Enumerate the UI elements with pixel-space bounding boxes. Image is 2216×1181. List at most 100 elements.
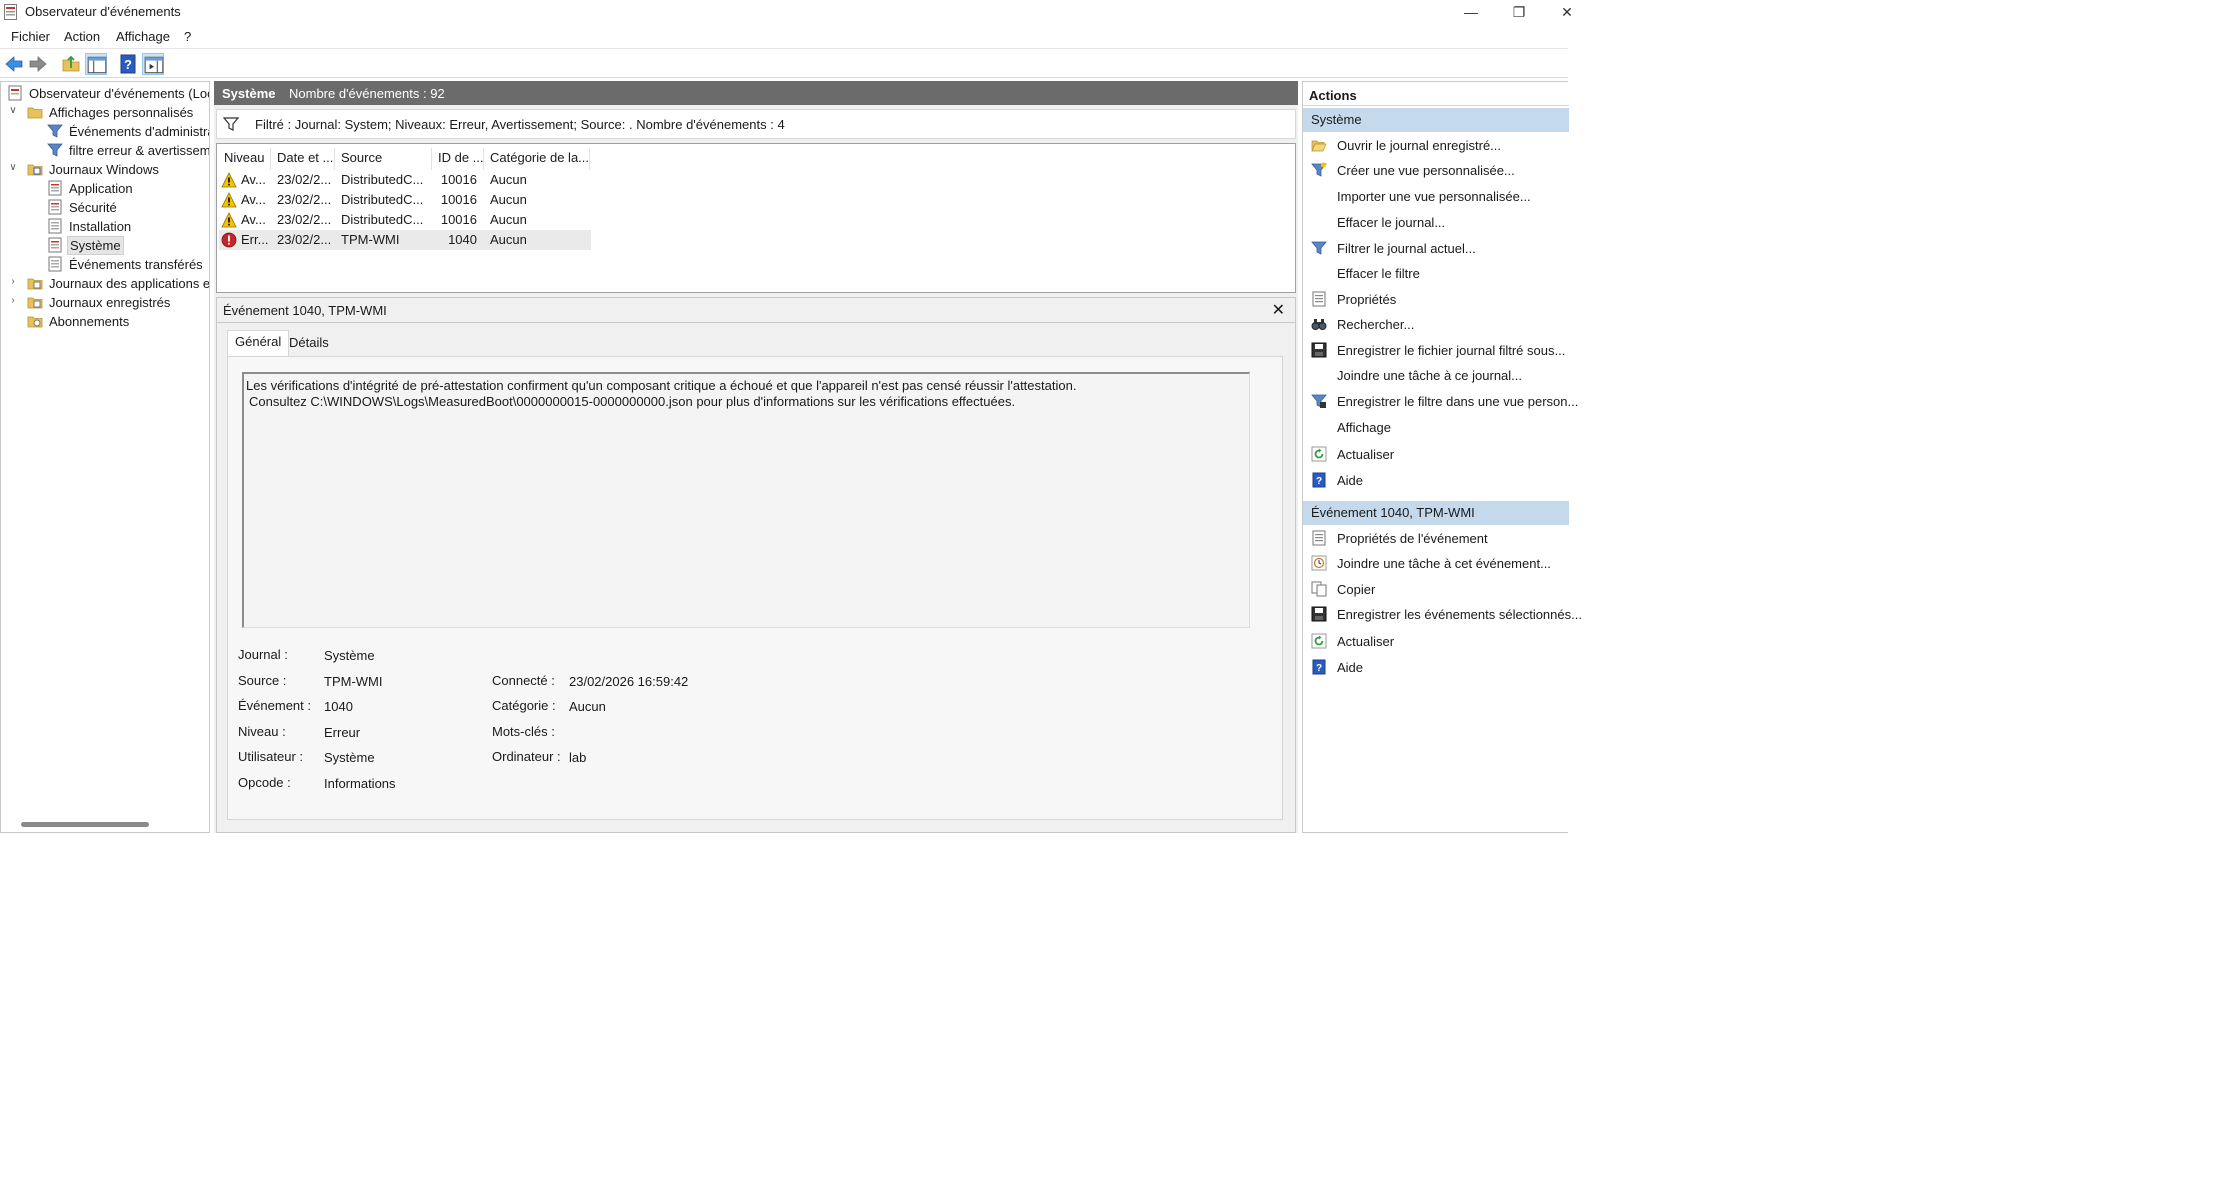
expand-chevron-icon[interactable]: › [7,295,19,306]
event-id-value: 1040 [324,699,353,714]
col-divider[interactable] [270,148,271,170]
table-row[interactable]: Av... 23/02/2... DistributedC... 10016 A… [219,210,591,230]
action-help[interactable]: ? Aide [1303,469,1569,493]
cell-date: 23/02/2... [277,172,332,187]
action-label: Effacer le filtre [1337,266,1420,281]
action-label: Joindre une tâche à ce journal... [1337,368,1523,383]
minimize-button[interactable]: — [1456,2,1486,22]
keywords-label: Mots-clés : [492,724,555,739]
tab-details[interactable]: Détails [282,332,336,354]
col-date[interactable]: Date et ... [277,150,333,165]
close-icon[interactable]: ✕ [1272,300,1285,320]
table-row[interactable]: Av... 23/02/2... DistributedC... 10016 A… [219,190,591,210]
cell-source: DistributedC... [341,212,424,227]
toolbar: ? [0,48,1568,78]
action-label: Rechercher... [1337,317,1415,332]
action-clear-filter[interactable]: Effacer le filtre [1303,262,1569,286]
category-label: Catégorie : [492,698,556,713]
action-import-custom-view[interactable]: Importer une vue personnalisée... [1303,185,1569,209]
col-divider[interactable] [589,148,590,170]
show-action-pane-icon[interactable] [142,53,164,75]
expand-chevron-icon[interactable]: › [7,276,19,287]
col-event-id[interactable]: ID de ... [438,150,484,165]
action-filter-current-log[interactable]: Filtrer le journal actuel... [1303,237,1569,261]
action-clear-log[interactable]: Effacer le journal... [1303,211,1569,235]
cell-level: Av... [241,172,266,187]
col-divider[interactable] [483,148,484,170]
action-save-filter-view[interactable]: Enregistrer le filtre dans une vue perso… [1303,390,1578,414]
open-folder-icon [1311,140,1327,152]
action-help-event[interactable]: ? Aide [1303,656,1569,680]
back-arrow-icon[interactable] [3,53,25,75]
action-refresh-event[interactable]: Actualiser [1303,630,1569,654]
action-label: Copier [1337,582,1376,597]
collapse-chevron-icon[interactable]: ∨ [7,105,19,116]
tab-general[interactable]: Général [227,330,290,356]
menu-file[interactable]: Fichier [11,29,50,44]
col-category[interactable]: Catégorie de la... [490,150,589,165]
filter-icon [223,117,239,131]
show-tree-icon[interactable] [85,53,107,75]
svg-text:?: ? [1316,476,1322,487]
action-create-custom-view[interactable]: Créer une vue personnalisée... [1303,159,1569,183]
action-save-filtered-log[interactable]: Enregistrer le fichier journal filtré so… [1303,339,1569,363]
col-divider[interactable] [334,148,335,170]
divider [217,322,1295,323]
action-properties[interactable]: Propriétés [1303,288,1569,312]
source-value: TPM-WMI [324,674,383,689]
event-message[interactable]: Les vérifications d'intégrité de pré-att… [242,372,1250,628]
action-save-selected-events[interactable]: Enregistrer les événements sélectionnés.… [1303,603,1582,627]
log-icon [48,218,62,234]
forward-arrow-icon[interactable] [27,53,49,75]
action-copy[interactable]: Copier [1303,578,1569,602]
action-label: Joindre une tâche à cet événement... [1337,556,1551,571]
col-divider[interactable] [431,148,432,170]
general-tab-body: Les vérifications d'intégrité de pré-att… [227,356,1283,820]
cell-source: DistributedC... [341,192,424,207]
event-list: Niveau Date et ... Source ID de ... Caté… [216,143,1296,293]
save-icon [1311,606,1327,622]
action-refresh[interactable]: Actualiser [1303,443,1569,467]
opcode-value: Informations [324,776,396,791]
col-level[interactable]: Niveau [224,150,264,165]
log-icon [48,180,62,196]
cell-category: Aucun [490,172,527,187]
actions-section-system[interactable]: Système [1303,108,1569,132]
log-icon [48,256,62,272]
event-count: Nombre d'événements : 92 [289,86,445,101]
folder-icon [27,107,43,119]
log-header: Système Nombre d'événements : 92 [214,81,1298,105]
cell-event-id: 10016 [440,212,477,227]
up-folder-icon[interactable] [60,53,82,75]
table-row[interactable]: Av... 23/02/2... DistributedC... 10016 A… [219,170,591,190]
close-window-button[interactable]: ✕ [1552,2,1582,22]
col-source[interactable]: Source [341,150,382,165]
action-label: Aide [1337,473,1364,488]
help-icon[interactable]: ? [117,53,139,75]
action-view[interactable]: Affichage [1303,416,1569,440]
action-attach-task-log[interactable]: Joindre une tâche à ce journal... [1303,364,1569,388]
source-label: Source : [238,673,287,688]
log-icon [48,199,62,215]
message-line-2: Consultez C:\WINDOWS\Logs\MeasuredBoot\0… [249,394,1016,409]
opcode-label: Opcode : [238,775,291,790]
save-icon [1311,342,1327,358]
horizontal-scrollbar[interactable] [21,822,149,827]
action-event-properties[interactable]: Propriétés de l'événement [1303,527,1569,551]
menu-view[interactable]: Affichage [116,29,170,44]
section-label: Événement 1040, TPM-WMI [1311,505,1475,520]
action-open-saved-log[interactable]: Ouvrir le journal enregistré... [1303,134,1569,158]
cell-date: 23/02/2... [277,192,332,207]
action-label: Filtrer le journal actuel... [1337,241,1476,256]
action-label: Actualiser [1337,634,1395,649]
actions-section-event[interactable]: Événement 1040, TPM-WMI [1303,501,1569,525]
category-value: Aucun [569,699,606,714]
table-row-selected[interactable]: Err... 23/02/2... TPM-WMI 1040 Aucun [219,230,591,250]
menu-help[interactable]: ? [184,29,191,44]
action-find[interactable]: Rechercher... [1303,313,1569,337]
menu-action[interactable]: Action [64,29,100,44]
restore-button[interactable]: ❐ [1504,2,1534,22]
action-attach-task-event[interactable]: Joindre une tâche à cet événement... [1303,552,1569,576]
journal-label: Journal : [238,647,288,662]
collapse-chevron-icon[interactable]: ∨ [7,162,19,173]
